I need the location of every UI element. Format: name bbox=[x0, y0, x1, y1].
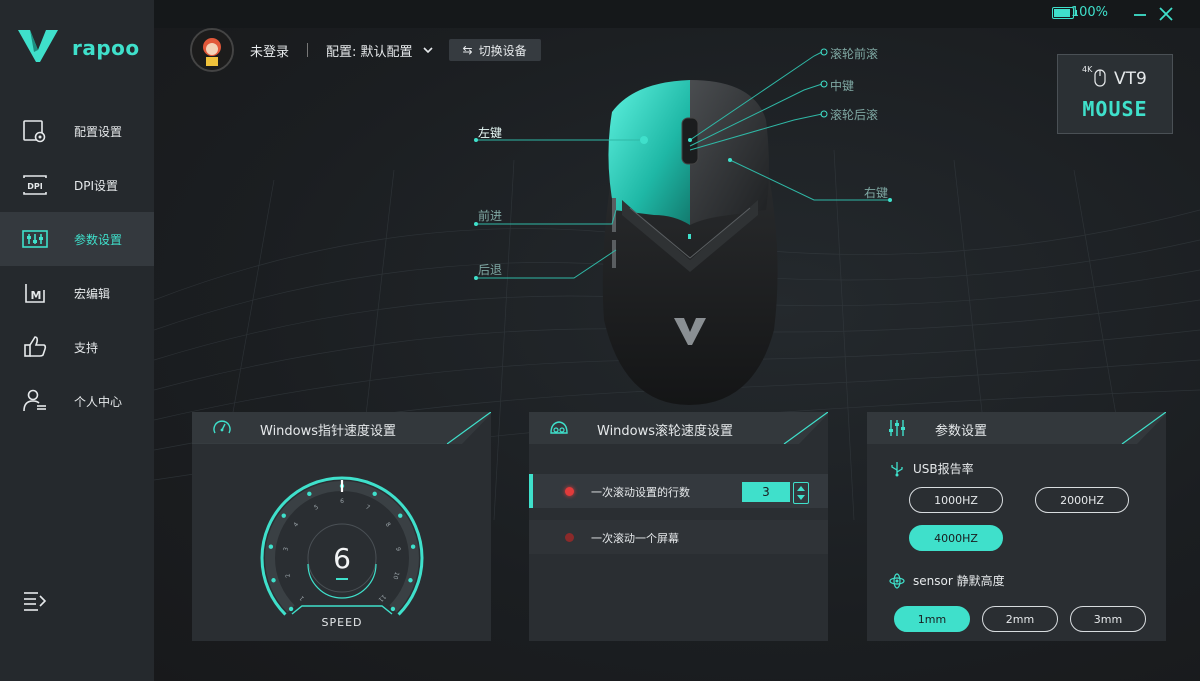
sidebar-item-label: 个人中心 bbox=[74, 394, 123, 409]
dial-tick-label: 4 bbox=[292, 521, 300, 528]
dial-tick-label: 8 bbox=[384, 521, 392, 528]
speed-value: 6 bbox=[333, 542, 351, 575]
rapoo-logo: rapoo bbox=[18, 28, 148, 68]
sidebar-item-label: 配置设置 bbox=[74, 124, 123, 139]
panel-header-bg bbox=[867, 412, 1166, 444]
badge-word: MOUSE bbox=[1082, 97, 1148, 121]
params-panel: 参数设置 USB报告率 1000HZ 2000HZ 4000HZ sensor … bbox=[867, 412, 1166, 641]
panel-title: Windows滚轮速度设置 bbox=[597, 424, 734, 439]
macro-icon: M bbox=[25, 284, 45, 303]
dial-tick-label: 6 bbox=[340, 498, 344, 505]
stepper-arrows-icon[interactable] bbox=[793, 482, 809, 504]
dpi-icon: DPI bbox=[23, 175, 47, 195]
usb-rate-label: USB报告率 bbox=[913, 462, 974, 476]
scroll-wheel-icon bbox=[550, 421, 568, 434]
mouse-illustration bbox=[474, 48, 892, 405]
label-scroll-forward[interactable]: 滚轮前滚 bbox=[830, 45, 878, 62]
v-logo-icon bbox=[18, 30, 58, 62]
brand-text: rapoo bbox=[72, 36, 140, 60]
sidebar-nav: 配置设置 DPI DPI设置 参数设置 M 宏编辑 支持 个人中心 bbox=[0, 104, 154, 428]
panel-title: 参数设置 bbox=[935, 424, 988, 439]
dial-tick-dot bbox=[271, 578, 276, 583]
label-middle[interactable]: 中键 bbox=[830, 77, 854, 94]
sidebar: rapoo 配置设置 DPI DPI设置 参数设置 M 宏编辑 支持 个人中心 bbox=[0, 0, 154, 681]
rate-4000hz-button[interactable]: 4000HZ bbox=[909, 525, 1003, 551]
speed-dial[interactable]: 1 2 3 4 5 6 7 8 9 10 11 6 SPEED bbox=[254, 470, 430, 640]
user-icon bbox=[23, 389, 46, 412]
dial-tick-label: 7 bbox=[364, 504, 371, 512]
option-label: 一次滚动一个屏幕 bbox=[591, 532, 679, 545]
label-forward[interactable]: 前进 bbox=[478, 207, 502, 224]
radio-dot-icon[interactable] bbox=[565, 487, 574, 496]
sidebar-item-config[interactable]: 配置设置 bbox=[0, 104, 154, 158]
mouse-icon bbox=[1094, 69, 1106, 87]
dial-tick-dot bbox=[307, 491, 312, 497]
dial-tick-dot bbox=[288, 606, 294, 612]
lod-heading: sensor 静默高度 bbox=[889, 572, 1005, 589]
dial-tick-label: 5 bbox=[313, 504, 320, 512]
speed-label: SPEED bbox=[321, 616, 363, 629]
dial-base bbox=[291, 605, 393, 615]
collapse-menu-icon[interactable] bbox=[22, 590, 48, 612]
sidebar-item-label: DPI设置 bbox=[74, 178, 119, 193]
dial-tick-label: 1 bbox=[298, 594, 306, 602]
badge-model: VT9 bbox=[1114, 69, 1147, 89]
panel-title: Windows指针速度设置 bbox=[260, 424, 397, 439]
sidebar-item-label: 支持 bbox=[74, 340, 99, 355]
label-back[interactable]: 后退 bbox=[478, 261, 502, 278]
scroll-option-lines[interactable]: 一次滚动设置的行数 3 bbox=[529, 474, 828, 508]
lines-input[interactable]: 3 bbox=[742, 482, 790, 502]
dial-tick-label: 11 bbox=[377, 593, 387, 603]
usb-icon bbox=[891, 461, 903, 476]
label-scroll-back[interactable]: 滚轮后滚 bbox=[830, 106, 878, 123]
height-1mm-button[interactable]: 1mm bbox=[894, 606, 970, 632]
sidebar-item-profile[interactable]: 个人中心 bbox=[0, 374, 154, 428]
sidebar-item-label: 参数设置 bbox=[74, 232, 123, 247]
selected-indicator bbox=[529, 474, 533, 508]
params-icon bbox=[22, 230, 48, 248]
svg-text:M: M bbox=[31, 289, 42, 302]
badge-4k-mark: 4K bbox=[1082, 65, 1093, 74]
sidebar-item-macro[interactable]: M 宏编辑 bbox=[0, 266, 154, 320]
speedometer-icon bbox=[213, 420, 231, 434]
dial-tick-dot bbox=[372, 491, 377, 497]
height-3mm-button[interactable]: 3mm bbox=[1070, 606, 1146, 632]
label-left-button[interactable]: 左键 bbox=[478, 124, 502, 141]
sidebar-item-params[interactable]: 参数设置 bbox=[0, 212, 154, 266]
lod-label: sensor 静默高度 bbox=[913, 574, 1005, 588]
main-area: 100% 未登录 配置: 默认配置 ⇆ 切换设备 左键 前进 后退 滚轮前滚 中… bbox=[154, 0, 1200, 681]
scroll-option-screen[interactable]: 一次滚动一个屏幕 bbox=[529, 520, 828, 554]
dial-tick-dot bbox=[390, 606, 396, 612]
sliders-icon bbox=[889, 420, 905, 436]
sensor-icon bbox=[889, 572, 905, 589]
dial-tick-dot bbox=[398, 513, 403, 518]
scroll-speed-panel: Windows滚轮速度设置 一次滚动设置的行数 3 一次滚动一个屏幕 bbox=[529, 412, 828, 641]
thumbs-up-icon bbox=[24, 336, 47, 357]
sidebar-item-label: 宏编辑 bbox=[74, 286, 111, 301]
device-badge[interactable]: 4K VT9 MOUSE bbox=[1057, 54, 1173, 134]
pointer-speed-panel: Windows指针速度设置 1 2 3 4 5 6 7 8 9 10 11 6 SPEED bbox=[192, 412, 491, 641]
sidebar-item-dpi[interactable]: DPI DPI设置 bbox=[0, 158, 154, 212]
radio-dot-icon[interactable] bbox=[565, 533, 574, 542]
height-2mm-button[interactable]: 2mm bbox=[982, 606, 1058, 632]
sidebar-item-support[interactable]: 支持 bbox=[0, 320, 154, 374]
svg-text:DPI: DPI bbox=[27, 182, 43, 191]
dial-tick-dot bbox=[408, 578, 413, 583]
usb-rate-heading: USB报告率 bbox=[889, 460, 974, 477]
option-label: 一次滚动设置的行数 bbox=[591, 486, 690, 499]
config-icon bbox=[23, 120, 46, 143]
dial-tick-dot bbox=[281, 513, 286, 518]
label-right-button[interactable]: 右键 bbox=[864, 184, 888, 201]
rate-1000hz-button[interactable]: 1000HZ bbox=[909, 487, 1003, 513]
rate-2000hz-button[interactable]: 2000HZ bbox=[1035, 487, 1129, 513]
